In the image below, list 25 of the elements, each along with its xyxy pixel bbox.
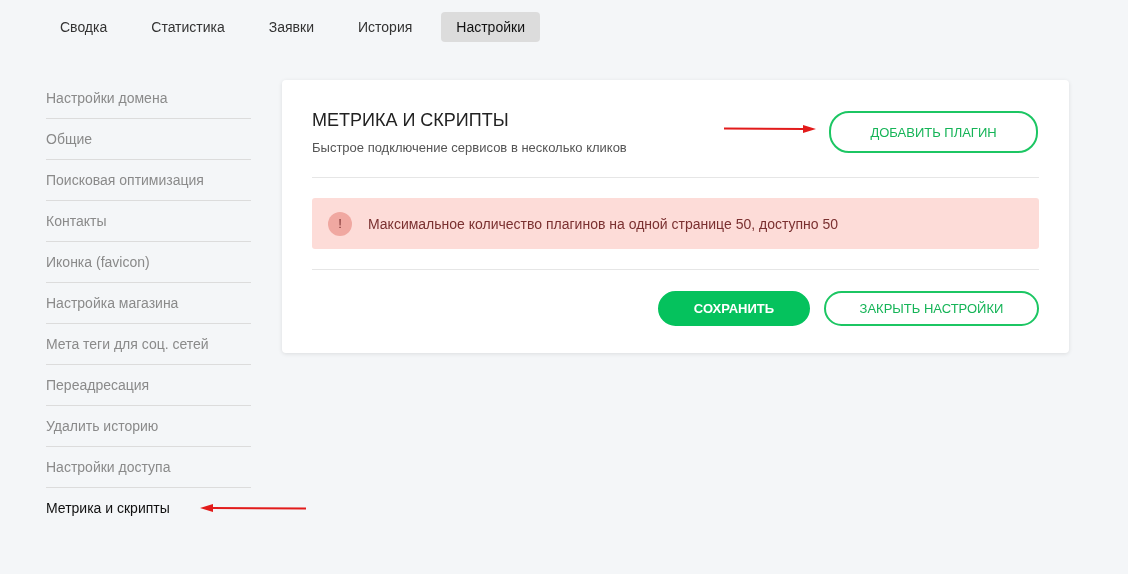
sidebar-item[interactable]: Поисковая оптимизация [46, 172, 204, 188]
add-plugin-button[interactable]: ДОБАВИТЬ ПЛАГИН [829, 111, 1038, 153]
sidebar-item[interactable]: Настройки доступа [46, 459, 171, 475]
nav-tab[interactable]: Настройки [441, 12, 540, 42]
close-settings-button[interactable]: ЗАКРЫТЬ НАСТРОЙКИ [824, 291, 1039, 326]
warning-icon: ! [328, 211, 352, 236]
nav-tab[interactable]: Статистика [136, 12, 240, 42]
arrow-icon [724, 124, 816, 134]
sidebar-item[interactable]: Метрика и скрипты [46, 500, 170, 516]
nav-tab[interactable]: Сводка [45, 12, 123, 42]
alert-text: Максимальное количество плагинов на одной странице 50, доступно 50 [368, 215, 839, 232]
nav-tab[interactable]: Заявки [253, 12, 329, 42]
sidebar-item[interactable]: Настройка магазина [46, 295, 179, 311]
panel-title: МЕТРИКА И СКРИПТЫ [312, 110, 510, 131]
sidebar-item[interactable]: Мета теги для соц. сетей [46, 336, 209, 352]
arrow-icon [200, 503, 306, 513]
save-button[interactable]: СОХРАНИТЬ [658, 291, 810, 326]
sidebar-item[interactable]: Настройки домена [46, 90, 168, 106]
panel-subtitle: Быстрое подключение сервисов в несколько кликов [312, 140, 627, 155]
nav-tab[interactable]: История [343, 12, 428, 42]
sidebar-item[interactable]: Удалить историю [46, 418, 159, 434]
sidebar-item[interactable]: Контакты [46, 213, 107, 229]
sidebar-item[interactable]: Общие [46, 131, 93, 147]
sidebar-item[interactable]: Переадресация [46, 377, 150, 393]
sidebar-item[interactable]: Иконка (favicon) [46, 254, 150, 270]
